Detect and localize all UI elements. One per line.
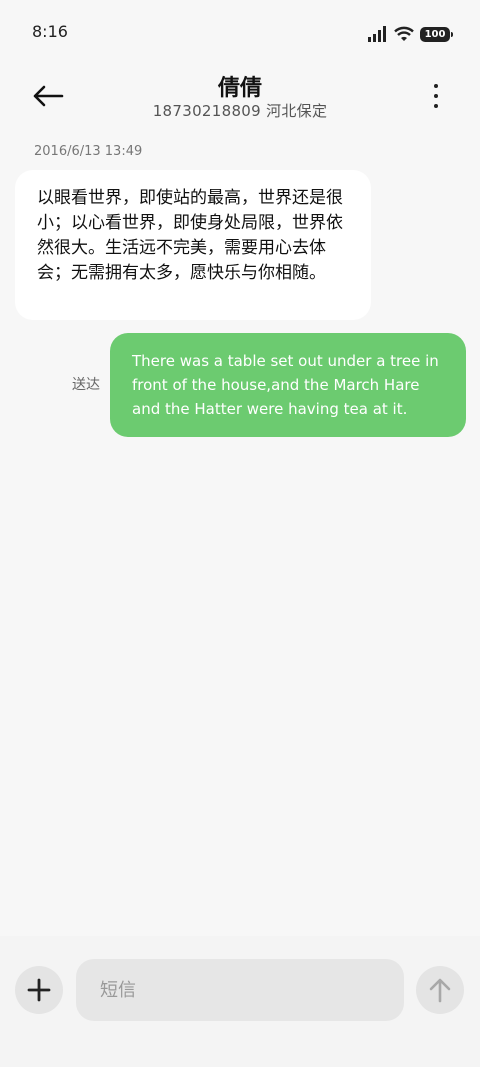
more-vertical-icon	[434, 84, 438, 88]
conversation-header: 倩倩 18730218809 河北保定	[0, 66, 480, 126]
contact-name: 倩倩	[217, 76, 262, 101]
more-options-button[interactable]	[428, 78, 444, 114]
incoming-message-bubble[interactable]: 以眼看世界，即使站的最高，世界还是很小；以心看世界，即使身处局限，世界依然很大。…	[15, 170, 371, 320]
message-timestamp: 2016/6/13 13:49	[34, 144, 143, 159]
status-bar: 8:16 100	[0, 0, 480, 66]
add-attachment-button[interactable]	[15, 966, 63, 1014]
outgoing-message-bubble[interactable]: There was a table set out under a tree i…	[110, 333, 466, 437]
message-input[interactable]	[100, 979, 380, 1001]
send-arrow-up-icon	[429, 978, 451, 1003]
more-vertical-icon-dot	[434, 94, 438, 98]
status-icons: 100	[368, 24, 453, 44]
signal-icon	[368, 26, 386, 42]
message-input-container[interactable]	[76, 959, 404, 1021]
wifi-icon	[394, 26, 414, 41]
status-time: 8:16	[32, 22, 68, 41]
battery-icon: 100	[420, 26, 453, 42]
plus-icon	[27, 978, 51, 1002]
contact-subtitle: 18730218809 河北保定	[152, 102, 328, 120]
delivery-status: 送达	[72, 377, 100, 393]
more-vertical-icon-dot	[434, 104, 438, 108]
send-button[interactable]	[416, 966, 464, 1014]
